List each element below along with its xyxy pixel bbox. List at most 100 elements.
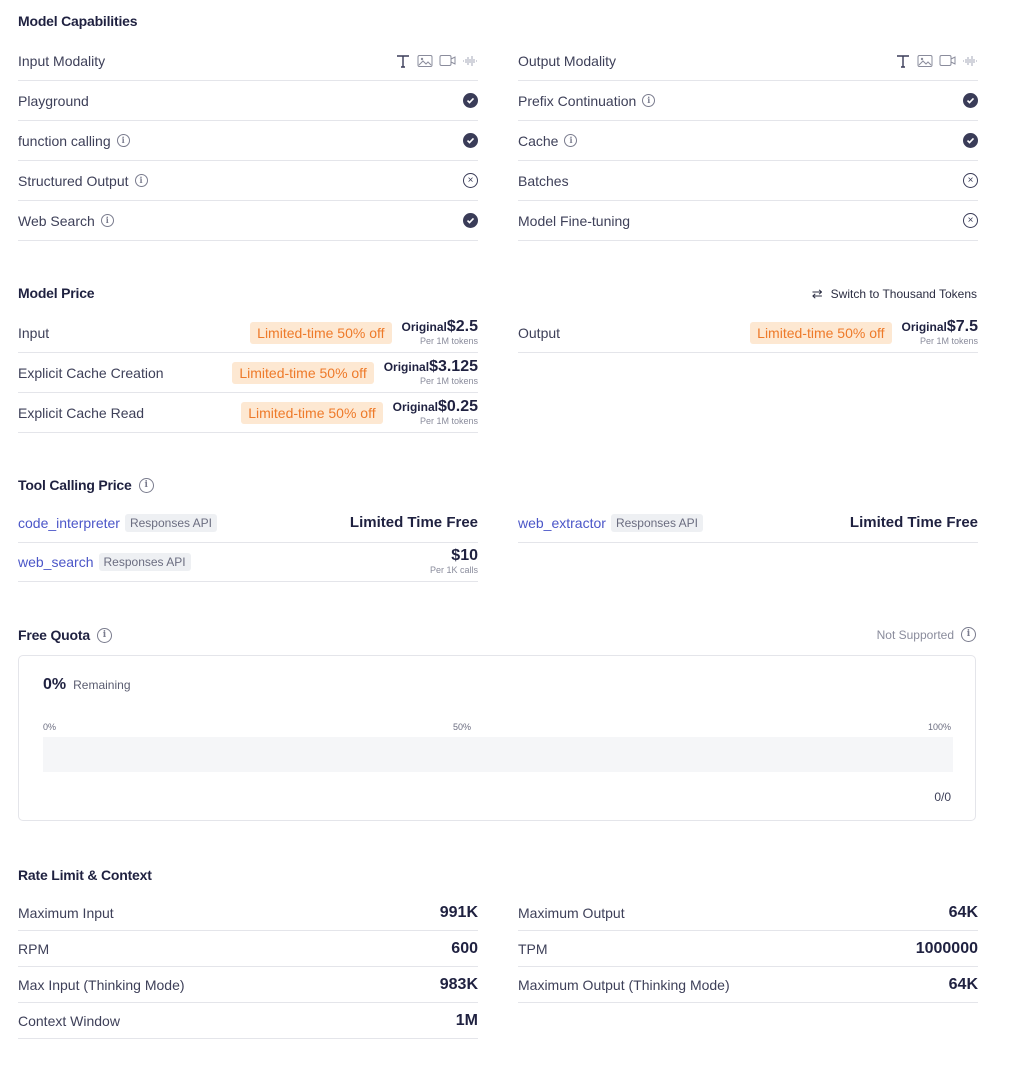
capability-row: function calling i [18,121,478,161]
modality-icons [895,53,978,69]
info-icon[interactable]: i [642,94,656,107]
text-icon [895,53,911,69]
image-icon [417,54,433,68]
audio-icon [962,55,978,67]
rate-label: Context Window [18,1012,120,1029]
price-unit: Per 1M tokens [919,336,978,346]
capability-label: Structured Output i [18,173,148,189]
rate-row: TPM 1000000 [518,931,978,967]
video-icon [439,54,456,67]
rate-value: 64K [948,903,978,921]
price-unit: Per 1M tokens [419,376,478,386]
price-unit: Per 1M tokens [419,336,478,346]
cross-circle-icon: × [463,173,478,188]
price-unit: Per 1M tokens [419,416,478,426]
price-value: $7.5 [946,318,978,335]
price-row: Explicit Cache Creation Limited-time 50% … [18,353,478,393]
price-label: Output [518,324,561,341]
price-row: Output Limited-time 50% off Original$7.5 Pe… [518,313,978,353]
swap-icon: ⇄ [811,286,823,301]
scale-label-100: 100% [927,722,951,732]
capability-label: Output Modality [518,53,616,69]
capability-row: Playground [18,81,478,121]
quota-bar-track [43,737,953,772]
rate-value: 600 [451,939,478,957]
rate-row: Maximum Input 991K [18,895,478,931]
price-value: $2.5 [446,318,478,335]
scale-label-0: 0% [43,722,57,732]
tool-name-link[interactable]: code_interpreter [18,515,120,531]
price-line: Original$2.5 [402,319,478,335]
capability-label: Prefix Continuation i [518,92,656,109]
info-icon[interactable]: i [961,627,976,642]
info-icon[interactable]: i [564,134,578,147]
price-label: Input [18,324,50,341]
info-icon[interactable]: i [100,214,114,227]
capability-label: Web Search i [18,213,114,229]
rate-label: Maximum Output [518,904,625,921]
promo-badge: Limited-time 50% off [750,321,892,344]
rate-row: Context Window 1M [18,1003,478,1039]
capability-label-text: Playground [18,92,89,109]
tool-row: web_extractor Responses API Limited Time F… [518,503,978,543]
capability-row: Structured Output i × [18,161,478,201]
tool-price-unit: Per 1K calls [429,565,478,575]
cross-circle-icon: × [963,173,978,188]
tool-row: web_search Responses API $10 Per 1K calls [18,542,478,582]
rate-value: 991K [439,903,478,921]
tool-price-block: $10 Per 1K calls [430,548,478,575]
price-block: Original$0.25 Per 1M tokens [393,399,478,426]
promo-badge: Limited-time 50% off [250,321,392,344]
info-icon[interactable]: i [116,134,130,147]
tools-title-text: Tool Calling Price [18,477,132,493]
capability-label-text: Web Search [18,212,95,229]
capability-label: Batches [518,173,569,189]
video-icon [939,54,956,67]
info-icon[interactable]: i [96,627,112,643]
capability-label-text: Output Modality [518,52,617,69]
text-icon [395,53,411,69]
rate-label: RPM [18,940,50,957]
original-label: Original [901,320,947,334]
capability-label-text: function calling [18,132,111,149]
switch-unit-button[interactable]: ⇄ Switch to Thousand Tokens [812,286,977,302]
check-circle-icon [963,93,978,108]
rate-row: Maximum Output (Thinking Mode) 64K [518,967,978,1003]
price-block: Original$7.5 Per 1M tokens [902,319,978,346]
quota-count: 0/0 [934,790,951,804]
capability-label-text: Batches [518,172,569,189]
price-right: Limited-time 50% off Original$3.125 Per 1M… [232,359,478,386]
capability-label-text: Structured Output [18,172,129,189]
switch-unit-label: Switch to Thousand Tokens [830,287,977,301]
info-icon[interactable]: i [134,174,148,187]
rate-value: 64K [948,975,978,993]
scale-label-50: 50% [453,722,472,732]
capability-label-text: Input Modality [18,52,106,69]
capability-row: Input Modality [18,41,478,81]
price-row: Input Limited-time 50% off Original$2.5 Per… [18,313,478,353]
check-circle-icon [963,133,978,148]
tool-name-link[interactable]: web_extractor [518,515,606,531]
price-right: Limited-time 50% off Original$2.5 Per 1M t… [250,319,478,346]
capability-label: function calling i [18,133,130,149]
capability-row: Prefix Continuation i [518,81,978,121]
quota-title: Free Quota i [18,627,112,643]
cross-circle-icon: × [963,213,978,228]
info-icon[interactable]: i [138,477,154,493]
rate-row: RPM 600 [18,931,478,967]
rate-value: 983K [439,975,478,993]
capability-label-text: Model Fine-tuning [518,212,631,229]
price-line: Original$7.5 [902,319,978,335]
price-value: $0.25 [437,398,478,415]
api-tag: Responses API [124,513,218,532]
rate-value: 1000000 [915,939,978,957]
quota-percent: 0% [43,676,67,693]
promo-badge: Limited-time 50% off [241,401,383,424]
check-circle-icon [463,133,478,148]
original-label: Original [401,320,447,334]
capability-label-text: Prefix Continuation [518,92,637,109]
capability-label: Model Fine-tuning [518,213,630,229]
tool-name-link[interactable]: web_search [18,554,94,570]
capability-row: Batches × [518,161,978,201]
modality-icons [395,53,478,69]
